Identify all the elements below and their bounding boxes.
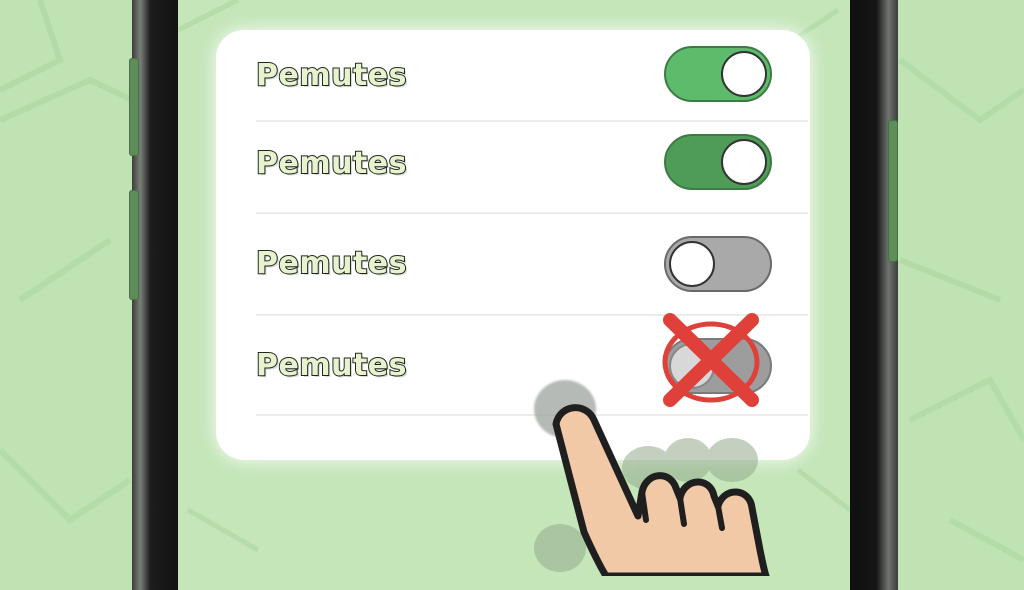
toggle-knob — [669, 241, 715, 287]
volume-up-button — [129, 58, 139, 156]
setting-label: Pemutes — [255, 245, 408, 282]
setting-toggle-off[interactable] — [664, 236, 772, 292]
setting-row: Pemutes — [255, 30, 806, 120]
toggle-knob — [721, 139, 767, 185]
setting-label: Pemutes — [255, 57, 408, 94]
setting-label: Pemutes — [255, 145, 408, 182]
hand-pointer-icon — [534, 404, 770, 576]
setting-row: Pemutes — [255, 118, 806, 208]
setting-toggle-on[interactable] — [664, 134, 772, 190]
toggle-knob — [721, 51, 767, 97]
setting-row: Pemutes — [255, 218, 806, 308]
phone-right-frame — [850, 0, 898, 590]
setting-toggle-on[interactable] — [664, 46, 772, 102]
red-x-icon — [662, 313, 760, 407]
setting-label: Pemutes — [255, 347, 408, 384]
setting-row: Pemutes — [255, 313, 806, 410]
volume-down-button — [129, 190, 139, 300]
power-button — [888, 120, 898, 262]
row-divider — [256, 212, 808, 214]
settings-card: Pemutes Pemutes Pemutes Pemutes — [216, 30, 810, 460]
